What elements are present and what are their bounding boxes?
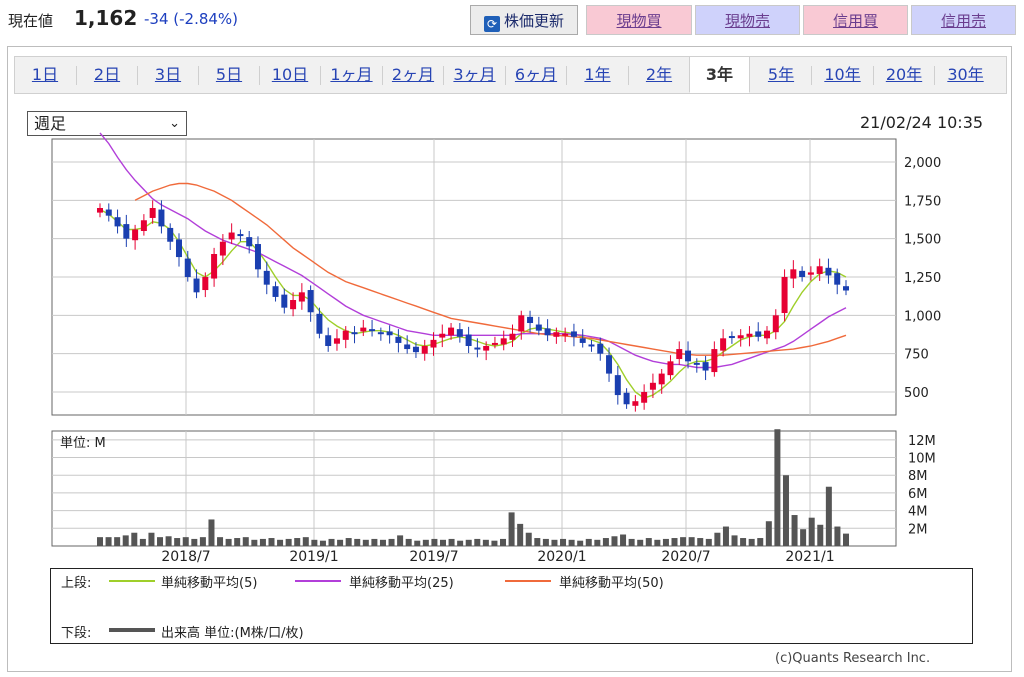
chevron-down-icon: ⌄	[169, 116, 180, 131]
cash-buy-button[interactable]: 現物買	[586, 5, 692, 35]
tab-10d[interactable]: 10日	[260, 57, 320, 93]
legend-lower-label: 下段:	[61, 626, 92, 641]
tab-30y[interactable]: 30年	[935, 57, 996, 93]
legend-sma25-swatch	[295, 580, 341, 582]
tab-2y[interactable]: 2年	[629, 57, 689, 93]
tab-5y[interactable]: 5年	[751, 57, 811, 93]
legend-sma50-swatch	[505, 580, 551, 582]
legend-upper-label: 上段:	[61, 576, 92, 591]
price-change: -34 (-2.84%)	[144, 10, 239, 28]
tab-3y[interactable]: 3年	[689, 56, 750, 93]
tab-1d[interactable]: 1日	[15, 57, 75, 93]
legend-volume-swatch	[109, 628, 155, 632]
top-bar: 現在値 1,162 -34 (-2.84%) ⟳ 株価更新 現物買 現物売 信用買…	[0, 0, 1024, 40]
tab-5d[interactable]: 5日	[199, 57, 259, 93]
refresh-price-button[interactable]: ⟳ 株価更新	[470, 5, 578, 35]
tab-1y[interactable]: 1年	[567, 57, 628, 93]
period-select-value: 週足	[34, 114, 67, 133]
legend-sma5: 単純移動平均(5)	[161, 576, 258, 591]
tab-2d[interactable]: 2日	[77, 57, 137, 93]
current-price-label: 現在値	[8, 12, 54, 30]
current-price-value: 1,162	[74, 6, 138, 30]
legend-sma50: 単純移動平均(50)	[559, 576, 664, 591]
cash-sell-button[interactable]: 現物売	[695, 5, 800, 35]
tab-2m[interactable]: 2ヶ月	[383, 57, 443, 93]
refresh-icon: ⟳	[483, 16, 500, 32]
chart-legend: 上段: 単純移動平均(5) 単純移動平均(25) 単純移動平均(50) 下段: …	[50, 568, 973, 644]
timestamp: 21/02/24 10:35	[860, 113, 984, 132]
tab-3d[interactable]: 3日	[138, 57, 198, 93]
margin-buy-button[interactable]: 信用買	[803, 5, 908, 35]
copyright: (c)Quants Research Inc.	[775, 651, 931, 666]
tab-20y[interactable]: 20年	[874, 57, 934, 93]
period-select[interactable]: 週足 ⌄	[27, 111, 187, 136]
margin-sell-button[interactable]: 信用売	[911, 5, 1016, 35]
refresh-label: 株価更新	[503, 12, 564, 30]
period-tabs: 1日 2日 3日 5日 10日 1ヶ月 2ヶ月 3ヶ月 6ヶ月 1年 2年 3年…	[14, 56, 1007, 94]
tab-3m[interactable]: 3ヶ月	[444, 57, 505, 93]
tab-10y[interactable]: 10年	[812, 57, 873, 93]
legend-sma25: 単純移動平均(25)	[349, 576, 454, 591]
tab-6m[interactable]: 6ヶ月	[506, 57, 566, 93]
legend-sma5-swatch	[109, 580, 155, 582]
tab-1m[interactable]: 1ヶ月	[321, 57, 382, 93]
legend-volume: 出来高 単位:(M株/口/枚)	[161, 626, 304, 641]
